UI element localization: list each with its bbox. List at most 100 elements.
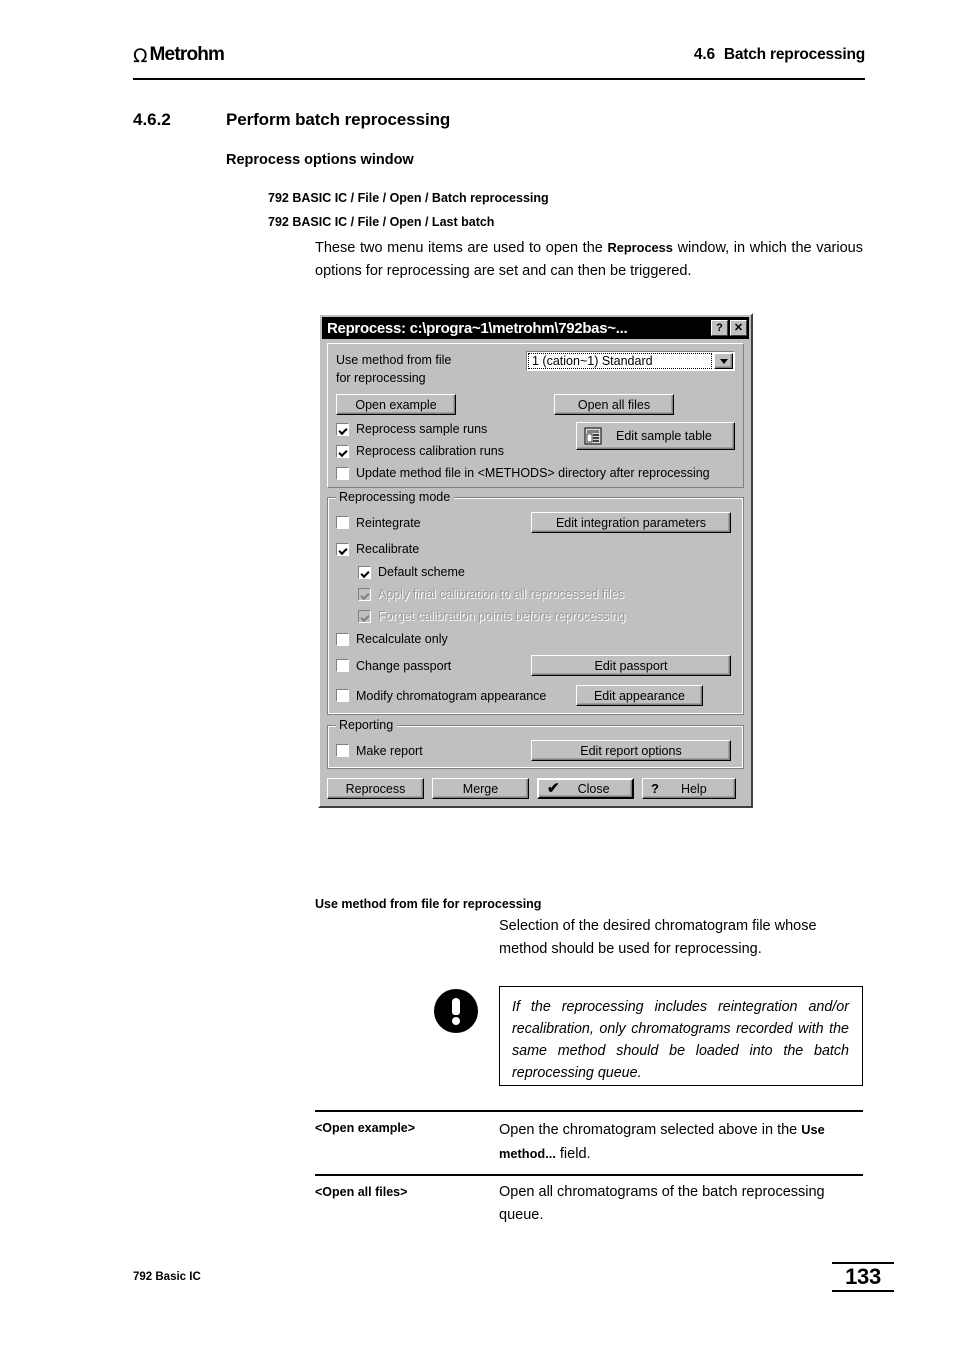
dialog-title: Reprocess: c:\progra~1\metrohm\792bas~..…	[327, 319, 628, 337]
update-method-file-checkbox[interactable]	[336, 466, 349, 480]
header-divider	[133, 78, 865, 80]
running-head-title: Batch reprocessing	[723, 46, 865, 63]
method-file-value: 1 (cation~1) Standard	[527, 352, 713, 370]
reprocess-sample-runs-row[interactable]: Reprocess sample runs	[336, 422, 576, 436]
edit-integration-parameters-button[interactable]: Edit integration parameters	[531, 512, 731, 533]
definition-text-open-all-files: Open all chromatograms of the batch repr…	[499, 1184, 825, 1223]
definition-divider-top	[315, 1110, 863, 1112]
reintegrate-checkbox[interactable]	[336, 516, 349, 529]
use-method-description-text: Selection of the desired chromatogram fi…	[499, 918, 817, 957]
reintegrate-row[interactable]: Reintegrate Edit integration parameters	[336, 512, 735, 533]
reprocess-calibration-runs-label: Reprocess calibration runs	[356, 444, 504, 458]
modify-chromatogram-label: Modify chromatogram appearance	[356, 688, 547, 703]
recalibrate-label: Recalibrate	[356, 542, 420, 556]
make-report-label: Make report	[356, 743, 423, 758]
intro-text-bold: Reprocess	[607, 240, 673, 255]
use-method-label-line2: for reprocessing	[336, 371, 426, 385]
warning-icon-bar	[452, 998, 460, 1015]
definition-text-open-example-after: field.	[555, 1146, 591, 1162]
close-button-label: Close	[577, 781, 610, 796]
change-passport-checkbox[interactable]	[336, 659, 349, 672]
warning-icon-dot	[452, 1017, 460, 1025]
use-method-label: Use method from file for reprocessing	[336, 351, 526, 387]
reprocessing-mode-group: Reprocessing mode Reintegrate Edit integ…	[327, 490, 744, 715]
reporting-group: Reporting Make report Edit report option…	[327, 718, 744, 769]
omega-icon: Ω	[133, 44, 148, 67]
sample-table-icon	[584, 427, 602, 445]
use-method-description-heading: Use method from file for reprocessing	[315, 897, 542, 911]
definition-text-open-example: Open the chromatogram selected above in …	[499, 1118, 863, 1166]
edit-sample-table-button[interactable]: Edit sample table	[576, 422, 735, 450]
dialog-titlebar[interactable]: Reprocess: c:\progra~1\metrohm\792bas~..…	[322, 317, 749, 339]
footer-product-name: 792 Basic IC	[133, 1271, 201, 1283]
default-scheme-checkbox[interactable]	[358, 565, 371, 579]
help-button[interactable]: ? Help	[642, 778, 736, 799]
open-example-button[interactable]: Open example	[336, 394, 456, 415]
intro-text-before: These two menu items are used to open th…	[315, 240, 608, 256]
make-report-row[interactable]: Make report Edit report options	[336, 740, 735, 761]
help-button-label: Help	[680, 781, 707, 796]
definition-text-open-example-before: Open the chromatogram selected above in …	[499, 1122, 802, 1138]
reprocess-button[interactable]: Reprocess	[327, 778, 424, 799]
update-method-file-label: Update method file in <METHODS> director…	[356, 466, 710, 480]
modify-chromatogram-checkbox[interactable]	[336, 689, 349, 702]
page-title: Perform batch reprocessing	[226, 110, 451, 129]
intro-paragraph: These two menu items are used to open th…	[315, 236, 863, 283]
method-file-combobox[interactable]: 1 (cation~1) Standard	[526, 351, 735, 371]
forget-calibration-points-label: Forget calibration points before reproce…	[378, 609, 626, 623]
close-button[interactable]: ✔ Close	[537, 778, 634, 799]
make-report-checkbox[interactable]	[336, 744, 349, 757]
default-scheme-label: Default scheme	[378, 565, 465, 579]
running-head-number: 4.6	[693, 46, 715, 63]
page-number-rule-bottom	[832, 1290, 894, 1292]
note-text: If the reprocessing includes reintegrati…	[512, 999, 849, 1081]
reprocess-sample-runs-checkbox[interactable]	[336, 422, 349, 436]
change-passport-row[interactable]: Change passport Edit passport	[336, 655, 735, 676]
default-scheme-row[interactable]: Default scheme	[358, 565, 735, 579]
merge-button[interactable]: Merge	[432, 778, 529, 799]
definition-term-open-all-files: <Open all files>	[315, 1185, 408, 1199]
use-method-label-line1: Use method from file	[336, 353, 452, 367]
edit-sample-table-label: Edit sample table	[616, 429, 712, 443]
metrohm-logo: Ω Metrohm	[133, 44, 225, 67]
chevron-down-glyph	[719, 358, 728, 364]
edit-report-options-button[interactable]: Edit report options	[531, 740, 731, 761]
reprocessing-mode-legend: Reprocessing mode	[336, 490, 455, 504]
modify-chromatogram-row[interactable]: Modify chromatogram appearance Edit appe…	[336, 685, 735, 706]
apply-final-calibration-label: Apply final calibration to all reprocess…	[378, 587, 624, 601]
page-number-block: 133	[832, 1262, 894, 1292]
reprocess-sample-runs-label: Reprocess sample runs	[356, 422, 488, 436]
reintegrate-label: Reintegrate	[356, 515, 421, 530]
reprocess-calibration-runs-row[interactable]: Reprocess calibration runs	[336, 444, 576, 458]
reprocess-dialog: Reprocess: c:\progra~1\metrohm\792bas~..…	[318, 313, 753, 808]
update-method-file-row[interactable]: Update method file in <METHODS> director…	[336, 466, 735, 480]
reprocess-calibration-runs-checkbox[interactable]	[336, 444, 349, 458]
chevron-down-icon[interactable]	[714, 353, 733, 369]
menu-path-batch-reprocessing: 792 BASIC IC / File / Open / Batch repro…	[268, 191, 549, 205]
apply-final-calibration-row: Apply final calibration to all reprocess…	[358, 587, 735, 601]
note-box: If the reprocessing includes reintegrati…	[499, 986, 863, 1086]
edit-appearance-button[interactable]: Edit appearance	[576, 685, 703, 706]
close-icon[interactable]: ✕	[730, 320, 747, 336]
recalibrate-checkbox[interactable]	[336, 542, 349, 556]
recalibrate-row[interactable]: Recalibrate	[336, 542, 735, 556]
recalculate-only-label: Recalculate only	[356, 632, 448, 646]
open-all-files-button[interactable]: Open all files	[554, 394, 674, 415]
recalculate-only-row[interactable]: Recalculate only	[336, 632, 735, 646]
definition-term-open-example: <Open example>	[315, 1121, 416, 1135]
change-passport-label: Change passport	[356, 658, 452, 673]
forget-calibration-points-checkbox	[358, 609, 371, 623]
dialog-command-bar: Reprocess Merge ✔ Close ? Help	[327, 778, 744, 799]
dialog-body: Use method from file for reprocessing 1 …	[322, 339, 749, 804]
method-source-panel: Use method from file for reprocessing 1 …	[327, 343, 744, 488]
logo-wordmark: Metrohm	[149, 44, 225, 65]
running-head: 4.6 Batch reprocessing	[694, 46, 865, 64]
help-titlebar-button[interactable]: ?	[711, 320, 728, 336]
recalculate-only-checkbox[interactable]	[336, 632, 349, 646]
page-number: 133	[845, 1264, 881, 1289]
reporting-legend: Reporting	[336, 718, 398, 732]
edit-passport-button[interactable]: Edit passport	[531, 655, 731, 676]
reprocess-run-checkboxes: Reprocess sample runs Reprocess calibrat…	[336, 422, 576, 458]
warning-icon	[434, 989, 478, 1033]
check-icon: ✔	[547, 780, 560, 797]
